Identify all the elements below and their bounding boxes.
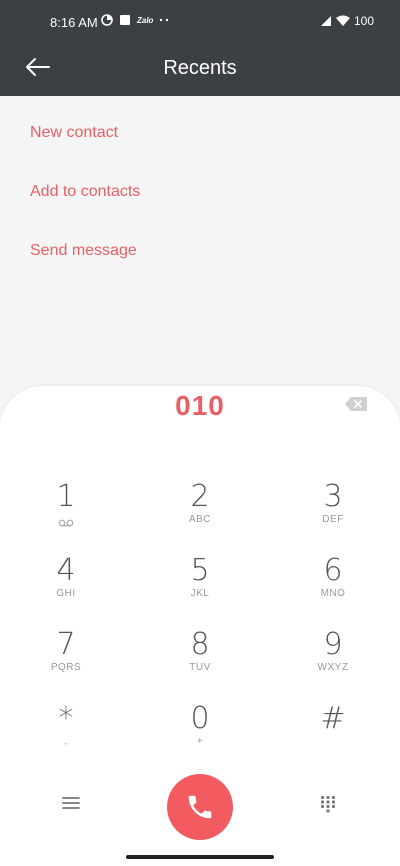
key-letters: PQRS [50, 662, 82, 673]
battery-level: 100 [353, 14, 374, 28]
send-message-button[interactable]: Send message [30, 242, 137, 260]
key-letters: JKL [190, 588, 210, 599]
dial-key-4[interactable]: 4 GHI [16, 554, 116, 616]
status-system-icons: 100 [320, 14, 374, 28]
top-bar: 8:16 AM Zalo 100 Recents [0, 0, 400, 96]
key-letters: , [64, 736, 68, 747]
dial-key-6[interactable]: 6 MNO [283, 554, 383, 616]
status-time: 8:16 AM [50, 15, 98, 30]
data-saver-icon [101, 14, 113, 26]
key-letters: DEF [322, 514, 344, 525]
key-digit: 1 [56, 479, 76, 514]
dialpad-icon[interactable] [320, 795, 336, 813]
key-digit: 0 [190, 701, 210, 736]
dial-key-hash[interactable]: # [283, 702, 383, 764]
dial-key-1[interactable]: 1 [16, 480, 116, 542]
zalo-app-icon: Zalo [137, 15, 154, 25]
key-letters: ABC [188, 514, 212, 525]
key-digit: 9 [323, 627, 343, 662]
status-notification-icons: Zalo [101, 14, 171, 26]
new-contact-button[interactable]: New contact [30, 124, 118, 142]
square-notification-icon [120, 15, 130, 25]
key-digit: 7 [56, 627, 76, 662]
dial-key-5[interactable]: 5 JKL [150, 554, 250, 616]
key-letters: + [196, 736, 204, 747]
dial-key-0[interactable]: 0 + [150, 702, 250, 764]
status-bar: 8:16 AM Zalo 100 [0, 0, 400, 44]
dial-key-3[interactable]: 3 DEF [283, 480, 383, 542]
backspace-icon[interactable] [344, 396, 368, 412]
key-letters: MNO [320, 588, 346, 599]
key-digit: 4 [56, 553, 76, 588]
key-digit: 3 [323, 479, 343, 514]
page-title: Recents [163, 57, 237, 79]
dial-key-star[interactable]: * , [16, 702, 116, 764]
key-letters: GHI [56, 588, 76, 599]
wifi-icon [335, 15, 350, 26]
dial-key-2[interactable]: 2 ABC [150, 480, 250, 542]
key-letters: WXYZ [317, 662, 349, 673]
menu-icon[interactable] [62, 796, 80, 810]
home-indicator[interactable] [126, 855, 274, 859]
dial-key-9[interactable]: 9 WXYZ [283, 628, 383, 690]
dial-key-8[interactable]: 8 TUV [150, 628, 250, 690]
dialer-panel: 010 1 2 ABC 3 DEF 4 GHI 5 JKL 6 MNO 7 PQ… [0, 386, 400, 866]
key-digit: 5 [190, 553, 210, 588]
voicemail-icon [58, 519, 74, 527]
phone-icon [188, 795, 212, 819]
key-digit: 6 [323, 553, 343, 588]
cell-signal-icon [320, 16, 331, 26]
key-letters: TUV [189, 662, 211, 673]
more-notifications-icon [160, 18, 169, 22]
dialed-number[interactable]: 010 [0, 390, 400, 422]
key-digit: 2 [190, 479, 210, 514]
key-digit: # [320, 701, 346, 736]
add-to-contacts-button[interactable]: Add to contacts [30, 183, 140, 201]
key-digit: 8 [190, 627, 210, 662]
dial-key-7[interactable]: 7 PQRS [16, 628, 116, 690]
key-digit: * [58, 701, 74, 736]
call-button[interactable] [167, 774, 233, 840]
